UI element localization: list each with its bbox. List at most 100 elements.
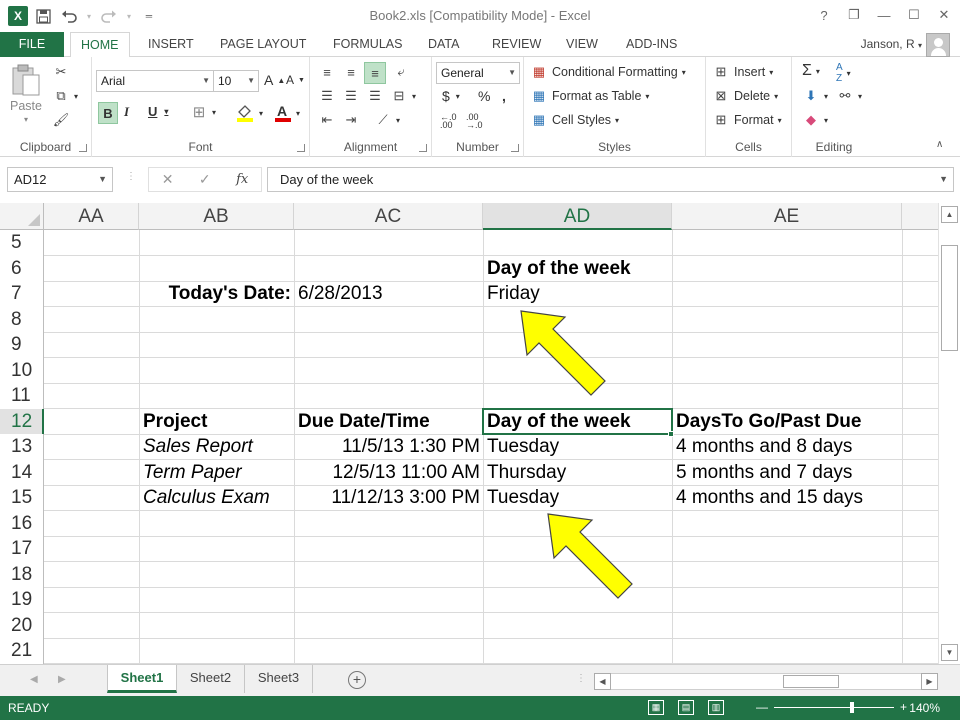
borders-button[interactable]: ⊞ ▾ [190, 103, 216, 121]
cell-ac12[interactable]: Due Date/Time [298, 409, 430, 435]
cell-ac13[interactable]: 11/5/13 1:30 PM [294, 434, 480, 460]
column-header-ac[interactable]: AC [294, 203, 483, 230]
column-header-ab[interactable]: AB [139, 203, 294, 230]
insert-cells-button[interactable]: ⊞ Insert ▾ [712, 63, 774, 81]
row-header[interactable]: 10 [0, 357, 44, 383]
scroll-tabs-right-icon[interactable]: ▶ [58, 674, 66, 685]
sheet-tab-sheet2[interactable]: Sheet2 [177, 665, 245, 693]
cell-ad7[interactable]: Friday [487, 281, 540, 307]
cell-ae13[interactable]: 4 months and 8 days [676, 434, 852, 460]
tab-data[interactable]: DATA [418, 32, 469, 57]
vertical-scrollbar[interactable]: ▲ ▼ [938, 203, 960, 664]
splitter-icon[interactable]: ⋮ [126, 171, 136, 182]
row-header[interactable]: 19 [0, 587, 44, 613]
copy-button[interactable]: ⧉ ▾ [52, 87, 78, 105]
increase-font-button[interactable]: A ▲ [264, 72, 285, 88]
row-header[interactable]: 14 [0, 459, 44, 485]
font-size-select[interactable]: 10 ▼ [213, 70, 259, 92]
row-header[interactable]: 6 [0, 255, 44, 281]
number-format-select[interactable]: General ▼ [436, 62, 520, 84]
cell-ab13[interactable]: Sales Report [143, 434, 253, 460]
zoom-out-icon[interactable]: — [756, 700, 768, 714]
cell-ae14[interactable]: 5 months and 7 days [676, 460, 852, 486]
tab-file[interactable]: FILE [0, 32, 64, 57]
top-align-button[interactable]: ≡ [318, 63, 336, 81]
orientation-button[interactable]: ⤶ [392, 63, 410, 81]
sheet-tab-sheet1[interactable]: Sheet1 [107, 665, 177, 693]
maximize-icon[interactable]: ☐ [902, 4, 926, 26]
enter-icon[interactable]: ✓ [199, 171, 211, 188]
tab-add-ins[interactable]: ADD-INS [616, 32, 687, 57]
conditional-formatting-button[interactable]: ▦ Conditional Formatting ▾ [530, 63, 686, 81]
dialog-launcher-icon[interactable] [419, 144, 427, 152]
cell-ad13[interactable]: Tuesday [487, 434, 559, 460]
name-box[interactable]: AD12 ▼ [7, 167, 113, 192]
cell-ab7[interactable]: Today's Date: [139, 281, 291, 307]
cut-button[interactable]: ✂ [52, 63, 70, 81]
column-header-ad[interactable]: AD [483, 203, 672, 230]
row-header[interactable]: 13 [0, 434, 44, 460]
row-header[interactable]: 12 [0, 408, 44, 434]
dialog-launcher-icon[interactable] [79, 144, 87, 152]
scroll-thumb[interactable] [783, 675, 839, 688]
insert-function-icon[interactable]: fx [236, 172, 248, 187]
decrease-font-button[interactable]: A ▼ [286, 73, 305, 87]
row-header[interactable]: 20 [0, 612, 44, 638]
row-header[interactable]: 11 [0, 383, 44, 409]
row-header[interactable]: 7 [0, 281, 44, 307]
merge-center-button[interactable]: ⊟ ▾ [390, 87, 416, 105]
scroll-tabs-left-icon[interactable]: ◀ [30, 674, 38, 685]
tab-view[interactable]: VIEW [556, 32, 608, 57]
page-break-view-icon[interactable]: ▥ [708, 700, 724, 715]
autosum-button[interactable]: Σ ▾ [802, 62, 820, 80]
find-select-button[interactable]: ⚯ ▾ [836, 87, 862, 105]
dialog-launcher-icon[interactable] [511, 144, 519, 152]
tab-review[interactable]: REVIEW [482, 32, 551, 57]
sort-filter-button[interactable]: A Z ▾ [836, 62, 851, 84]
cell-ad14[interactable]: Thursday [487, 460, 566, 486]
cell-ae12[interactable]: DaysTo Go/Past Due [676, 409, 861, 435]
paste-button[interactable]: Paste ▾ [10, 63, 42, 124]
zoom-in-icon[interactable]: + [900, 700, 907, 714]
collapse-ribbon-icon[interactable]: ∧ [936, 139, 943, 150]
font-color-button[interactable]: A ▾ [274, 103, 300, 123]
scroll-left-icon[interactable]: ◀ [594, 673, 611, 690]
scroll-down-icon[interactable]: ▼ [941, 644, 958, 661]
cell-styles-button[interactable]: ▦ Cell Styles ▾ [530, 111, 619, 129]
currency-button[interactable]: $ ▾ [442, 88, 460, 104]
format-painter-button[interactable]: 🖌 [52, 111, 70, 129]
font-name-select[interactable]: Arial ▼ [96, 70, 214, 92]
user-name[interactable]: Janson, R ▾ [861, 37, 922, 51]
bottom-align-button[interactable]: ≡ [364, 62, 386, 84]
cell-ad6[interactable]: Day of the week [487, 256, 631, 282]
cell-ad12[interactable]: Day of the week [487, 409, 631, 435]
scroll-up-icon[interactable]: ▲ [941, 206, 958, 223]
delete-cells-button[interactable]: ⊠ Delete ▾ [712, 87, 779, 105]
cell-ac15[interactable]: 11/12/13 3:00 PM [294, 485, 480, 511]
row-header[interactable]: 9 [0, 332, 44, 358]
row-header[interactable]: 16 [0, 510, 44, 536]
help-icon[interactable]: ? [812, 4, 836, 26]
cell-ab14[interactable]: Term Paper [143, 460, 242, 486]
middle-align-button[interactable]: ≡ [342, 63, 360, 81]
column-header-aa[interactable]: AA [44, 203, 139, 230]
cell-ab15[interactable]: Calculus Exam [143, 485, 270, 511]
ribbon-display-icon[interactable]: ❐ [842, 4, 866, 26]
cell-ab12[interactable]: Project [143, 409, 207, 435]
tab-insert[interactable]: INSERT [138, 32, 204, 57]
row-header[interactable]: 5 [0, 230, 44, 256]
text-orientation-button[interactable]: ⟋ ▾ [374, 111, 400, 129]
cancel-icon[interactable]: ✕ [162, 171, 174, 188]
row-header[interactable]: 17 [0, 536, 44, 562]
cell-ac14[interactable]: 12/5/13 11:00 AM [294, 460, 480, 486]
row-header[interactable]: 8 [0, 306, 44, 332]
worksheet-grid[interactable]: AA AB AC AD AE 5 6 7 8 9 10 11 12 13 14 … [0, 203, 938, 664]
row-header[interactable]: 18 [0, 561, 44, 587]
tab-page-layout[interactable]: PAGE LAYOUT [210, 32, 316, 57]
page-layout-view-icon[interactable]: ▤ [678, 700, 694, 715]
align-center-button[interactable]: ☰ [342, 87, 360, 105]
row-header[interactable]: 21 [0, 638, 44, 664]
fill-color-button[interactable]: ▾ [235, 103, 263, 123]
underline-button[interactable]: U ▾ [148, 104, 168, 119]
add-sheet-icon[interactable]: + [348, 671, 366, 689]
